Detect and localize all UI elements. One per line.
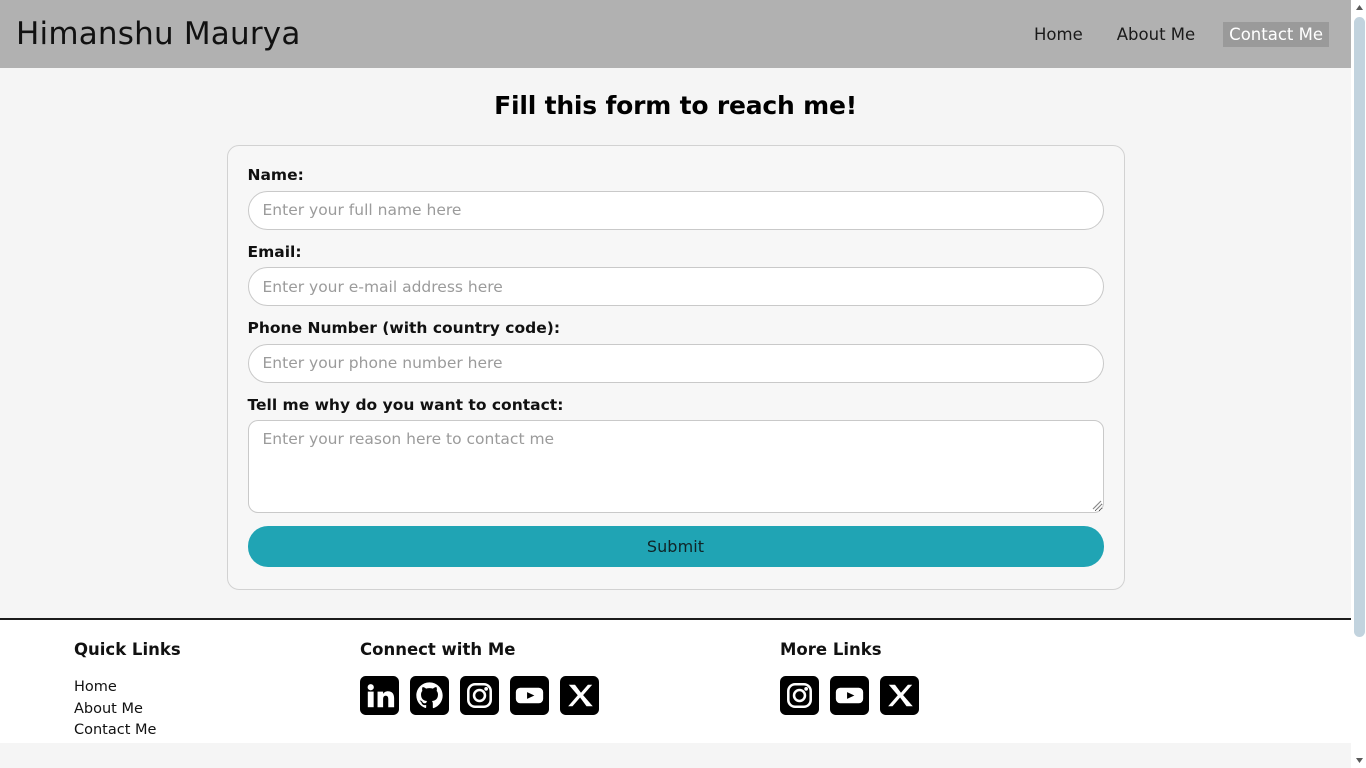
- x-twitter-icon[interactable]: [880, 676, 919, 716]
- field-email: Email:: [247, 242, 1104, 307]
- youtube-icon[interactable]: [510, 676, 549, 716]
- quick-links-list: Home About Me Contact Me: [74, 676, 360, 741]
- footer-heading-more-links: More Links: [780, 640, 882, 660]
- list-item: About Me: [74, 698, 360, 720]
- main-navigation: Home About Me Contact Me: [1028, 21, 1329, 47]
- footer-column-more-links: More Links: [780, 640, 1200, 743]
- field-label-email: Email:: [247, 242, 302, 261]
- footer-column-quick-links: Quick Links Home About Me Contact Me: [0, 640, 360, 743]
- page-title: Fill this form to reach me!: [494, 91, 857, 120]
- instagram-icon[interactable]: [460, 676, 499, 716]
- site-header: Himanshu Maurya Home About Me Contact Me: [0, 0, 1351, 68]
- field-reason: Tell me why do you want to contact:: [247, 395, 1104, 514]
- connect-social-row: [360, 676, 780, 716]
- nav-link-about-me[interactable]: About Me: [1111, 22, 1201, 47]
- footer-heading-connect: Connect with Me: [360, 640, 516, 660]
- field-label-reason: Tell me why do you want to contact:: [247, 395, 564, 414]
- reason-textarea-wrapper: [247, 420, 1104, 514]
- email-input[interactable]: [247, 267, 1104, 307]
- brand-title: Himanshu Maurya: [16, 16, 301, 52]
- scroll-up-arrow-icon[interactable]: [1352, 0, 1366, 15]
- field-phone: Phone Number (with country code):: [247, 319, 1104, 383]
- name-input[interactable]: [247, 190, 1104, 230]
- github-icon[interactable]: [410, 676, 449, 716]
- field-label-name: Name:: [247, 166, 304, 184]
- instagram-icon[interactable]: [780, 676, 819, 716]
- phone-input[interactable]: [247, 343, 1104, 383]
- vertical-scrollbar[interactable]: [1351, 0, 1366, 768]
- field-name: Name:: [247, 166, 1104, 230]
- reason-textarea[interactable]: [247, 420, 1104, 514]
- scroll-down-arrow-icon[interactable]: [1352, 753, 1366, 768]
- footer-link-home[interactable]: Home: [74, 679, 117, 695]
- x-twitter-icon[interactable]: [560, 676, 599, 716]
- page-viewport: Himanshu Maurya Home About Me Contact Me…: [0, 0, 1351, 768]
- nav-link-home[interactable]: Home: [1028, 22, 1089, 47]
- youtube-icon[interactable]: [830, 676, 869, 716]
- footer-column-connect: Connect with Me: [360, 640, 780, 743]
- nav-link-contact-me[interactable]: Contact Me: [1223, 21, 1329, 47]
- footer-link-about-me[interactable]: About Me: [74, 701, 143, 717]
- linkedin-icon[interactable]: [360, 676, 399, 716]
- footer-link-contact-me[interactable]: Contact Me: [74, 722, 156, 738]
- more-links-social-row: [780, 676, 1200, 716]
- field-label-phone: Phone Number (with country code):: [247, 319, 561, 338]
- site-footer: Quick Links Home About Me Contact Me Con…: [0, 620, 1351, 744]
- list-item: Home: [74, 676, 360, 698]
- list-item: Contact Me: [74, 719, 360, 741]
- footer-heading-quick-links: Quick Links: [74, 640, 181, 660]
- submit-button[interactable]: Submit: [247, 526, 1104, 568]
- contact-form-card: Name: Email: Phone Number (with country …: [226, 145, 1125, 591]
- scrollbar-thumb[interactable]: [1354, 17, 1365, 637]
